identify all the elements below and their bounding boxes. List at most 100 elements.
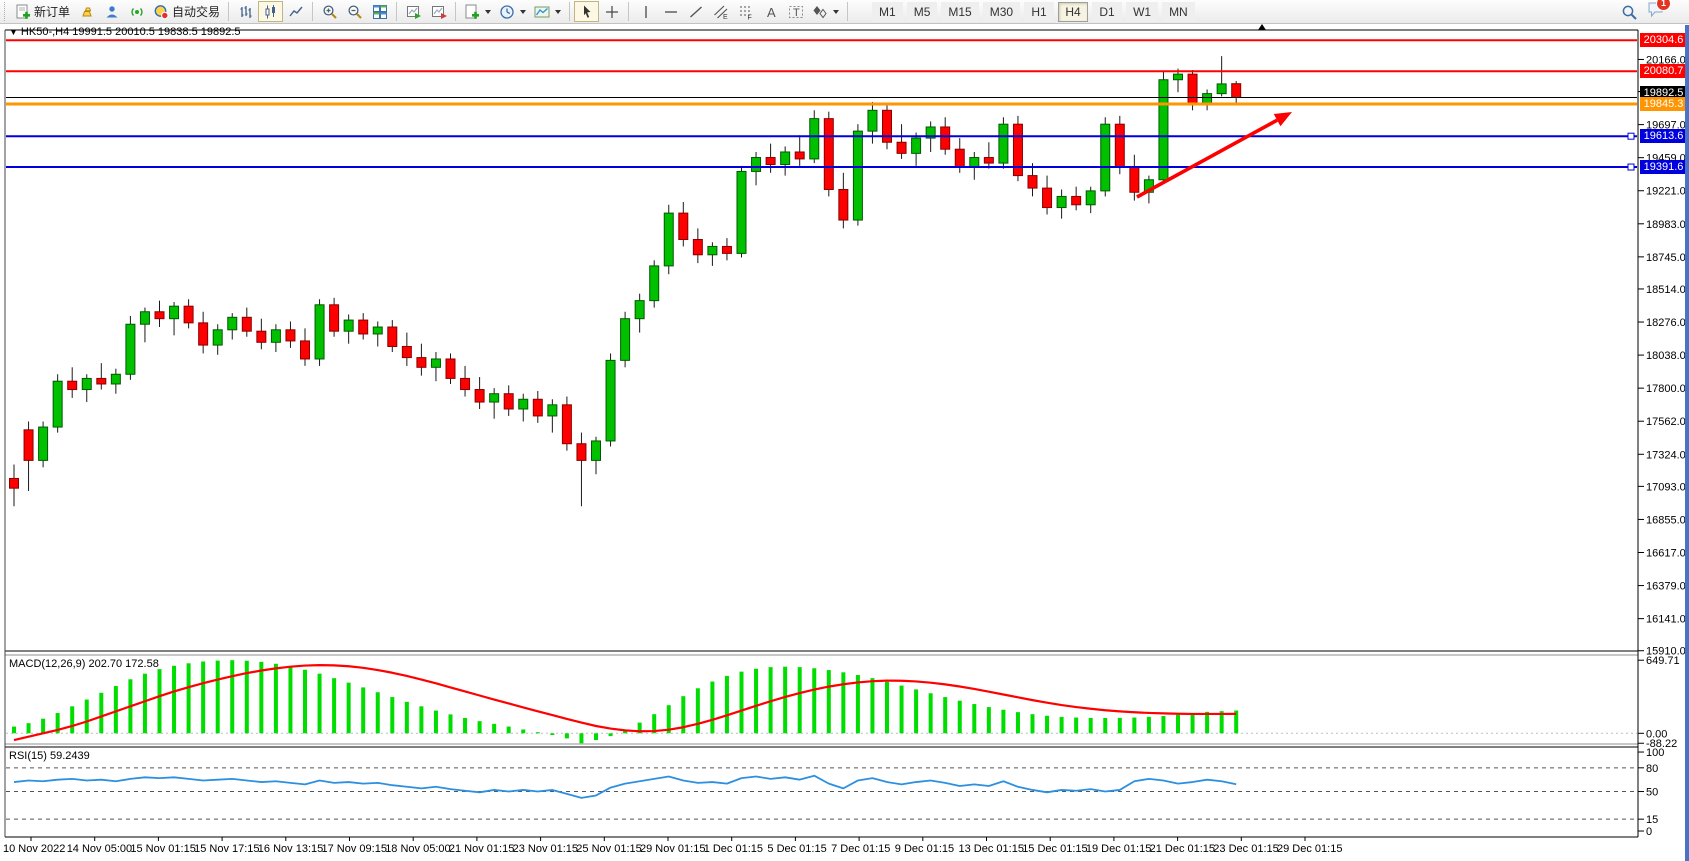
- chevron-down-icon: [485, 10, 491, 14]
- x-axis-label: 18 Nov 05:00: [385, 843, 450, 855]
- clock-icon: [499, 4, 515, 20]
- tab-timeframe-m5[interactable]: M5: [907, 2, 938, 22]
- y-axis-label: 18514.0: [1646, 284, 1686, 296]
- y-axis-label: 16617.0: [1646, 548, 1686, 560]
- tab-timeframe-h4[interactable]: H4: [1058, 2, 1088, 22]
- crosshair-icon: [604, 4, 620, 20]
- autotrade-icon: [153, 4, 169, 20]
- new-order-icon: [15, 4, 31, 20]
- autotrade-label: 自动交易: [172, 3, 220, 20]
- horizontal-line-icon: [663, 4, 679, 20]
- ohlc-values: 19991.5 20010.5 19838.5 19892.5: [72, 26, 240, 38]
- trend-line-button[interactable]: [683, 1, 708, 22]
- toolbar-gripper[interactable]: [4, 2, 8, 21]
- x-axis-label: 29 Dec 01:15: [1277, 843, 1342, 855]
- new-order-label: 新订单: [34, 3, 70, 20]
- horizontal-line-button[interactable]: [658, 1, 683, 22]
- x-axis-label: 15 Dec 01:15: [1022, 843, 1087, 855]
- rsi-indicator-label: RSI(15) 59.2439: [9, 750, 90, 762]
- tab-timeframe-m15[interactable]: M15: [941, 2, 978, 22]
- new-order-button[interactable]: 新订单: [11, 1, 74, 22]
- separator: [228, 2, 229, 21]
- y-axis-label: 15: [1646, 814, 1658, 826]
- x-axis-label: 1 Dec 01:15: [704, 843, 763, 855]
- line-chart-button[interactable]: [283, 1, 308, 22]
- crosshair-button[interactable]: [599, 1, 624, 22]
- bar-chart-button[interactable]: [233, 1, 258, 22]
- chevron-down-icon: [520, 10, 526, 14]
- x-axis-label: 17 Nov 09:15: [322, 843, 387, 855]
- arrange-cascade-button[interactable]: [426, 1, 451, 22]
- profiles-button[interactable]: [530, 1, 565, 22]
- y-axis-label: 80: [1646, 763, 1658, 775]
- separator: [628, 2, 629, 21]
- tile-windows-button[interactable]: [367, 1, 392, 22]
- community-button[interactable]: [99, 1, 124, 22]
- price-badge: 19845.3: [1640, 97, 1687, 111]
- candle-chart-button[interactable]: [258, 1, 283, 22]
- text-label-button[interactable]: T: [783, 1, 808, 22]
- fibonacci-icon: F: [738, 4, 754, 20]
- x-axis-label: 16 Nov 13:15: [258, 843, 323, 855]
- chart-profile-icon: [534, 4, 550, 20]
- arrow-objects-icon: [812, 4, 828, 20]
- text-label-icon: T: [788, 4, 804, 20]
- timeframe-group: M1M5M15M30H1H4D1W1MN: [870, 2, 1197, 22]
- collapse-icon[interactable]: ▼: [9, 27, 18, 37]
- tab-timeframe-mn[interactable]: MN: [1162, 2, 1195, 22]
- separator: [847, 2, 848, 21]
- toolbar: 新订单 自动交易: [0, 0, 1689, 24]
- arrange-cascade-icon: [431, 4, 447, 20]
- tab-timeframe-h1[interactable]: H1: [1024, 2, 1054, 22]
- gold-button[interactable]: [74, 1, 99, 22]
- window-edge-scrollbar[interactable]: [1685, 25, 1689, 861]
- macd-indicator-label: MACD(12,26,9) 202.70 172.58: [9, 658, 159, 670]
- search-icon[interactable]: [1621, 4, 1637, 20]
- new-chart-button[interactable]: [460, 1, 495, 22]
- y-axis-label: 18038.0: [1646, 350, 1686, 362]
- x-axis-label: 9 Dec 01:15: [895, 843, 954, 855]
- tab-timeframe-w1[interactable]: W1: [1126, 2, 1158, 22]
- arrow-objects-button[interactable]: [808, 1, 843, 22]
- zoom-out-button[interactable]: [342, 1, 367, 22]
- text-icon: A: [763, 4, 779, 20]
- x-axis-label: 5 Dec 01:15: [767, 843, 826, 855]
- y-axis-label: 100: [1646, 747, 1664, 759]
- x-axis-label: 7 Dec 01:15: [831, 843, 890, 855]
- y-axis-label: 17800.0: [1646, 383, 1686, 395]
- signals-button[interactable]: [124, 1, 149, 22]
- y-axis-label: 16855.0: [1646, 514, 1686, 526]
- tab-timeframe-m1[interactable]: M1: [872, 2, 903, 22]
- text-button[interactable]: A: [758, 1, 783, 22]
- x-axis-label: 23 Dec 01:15: [1213, 843, 1278, 855]
- y-axis-label: 0: [1646, 826, 1652, 838]
- new-chart-icon: [464, 4, 480, 20]
- arrange-window-button[interactable]: [401, 1, 426, 22]
- tab-timeframe-m30[interactable]: M30: [983, 2, 1020, 22]
- zoom-in-button[interactable]: [317, 1, 342, 22]
- chat-button[interactable]: 1: [1647, 1, 1663, 23]
- y-axis-label: 18745.0: [1646, 252, 1686, 264]
- autotrade-button[interactable]: 自动交易: [149, 1, 224, 22]
- vertical-line-icon: [638, 4, 654, 20]
- separator: [569, 2, 570, 21]
- x-axis-label: 23 Nov 01:15: [513, 843, 578, 855]
- mt4-window: 新订单 自动交易: [0, 0, 1689, 861]
- equidistant-channel-button[interactable]: E: [708, 1, 733, 22]
- chart-canvas[interactable]: 20166.019935.019697.019459.019221.018983…: [0, 0, 1689, 861]
- period-button[interactable]: [495, 1, 530, 22]
- x-axis-label: 21 Dec 01:15: [1150, 843, 1215, 855]
- signal-icon: [129, 4, 145, 20]
- vertical-line-button[interactable]: [633, 1, 658, 22]
- svg-text:E: E: [723, 14, 728, 20]
- y-axis-label: 649.71: [1646, 655, 1680, 667]
- person-icon: [104, 4, 120, 20]
- cursor-button[interactable]: [574, 1, 599, 22]
- equidistant-channel-icon: E: [713, 4, 729, 20]
- price-badge: 19613.6: [1640, 129, 1687, 143]
- fibonacci-button[interactable]: F: [733, 1, 758, 22]
- y-axis-label: 16379.0: [1646, 581, 1686, 593]
- trend-line-icon: [688, 4, 704, 20]
- tab-timeframe-d1[interactable]: D1: [1092, 2, 1122, 22]
- y-axis-label: 50: [1646, 787, 1658, 799]
